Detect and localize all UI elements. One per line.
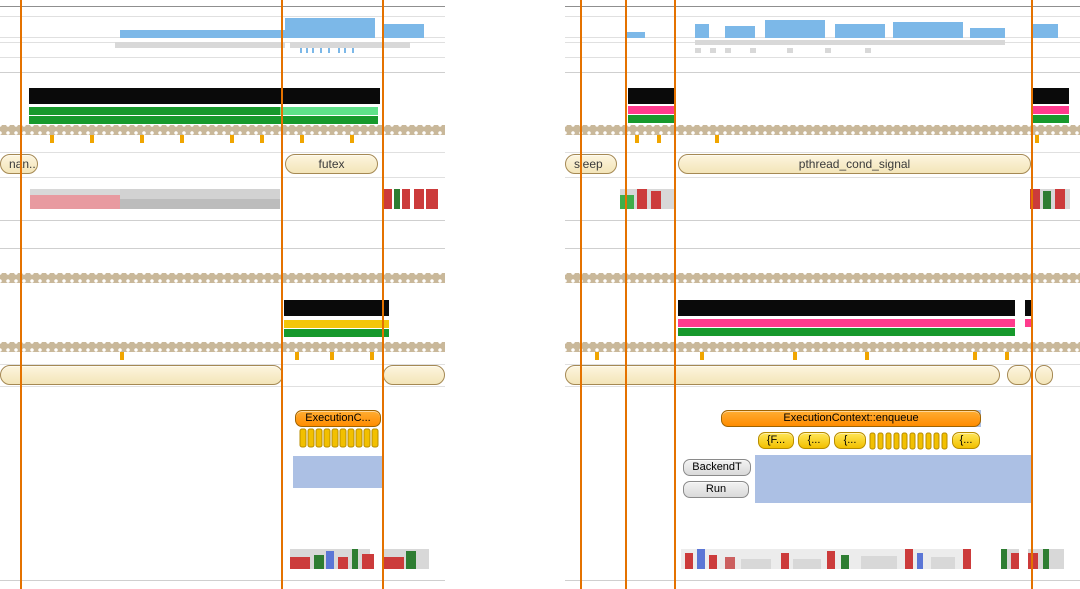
syscall-pthread-cond-signal[interactable]: pthread_cond_signal bbox=[678, 154, 1031, 174]
fn-execution-context[interactable]: ExecutionC... bbox=[295, 410, 381, 427]
profiler-pane-right: sleep pthread_cond_signal ExecutionConte… bbox=[565, 0, 1080, 589]
activity-bar-green2 bbox=[29, 116, 378, 124]
dotted-row bbox=[565, 342, 1080, 352]
utilization-bars-bottom bbox=[565, 545, 1080, 575]
fn-run[interactable]: Run bbox=[683, 481, 749, 498]
activity-bar-green bbox=[1031, 115, 1069, 123]
syscall-nanosleep[interactable]: nan... bbox=[0, 154, 38, 174]
fn-frame[interactable]: {F... bbox=[758, 432, 794, 449]
activity-bar-black-low bbox=[678, 300, 1015, 316]
utilization-bars-upper bbox=[565, 185, 1080, 215]
activity-bar-pink bbox=[628, 106, 674, 114]
dotted-row bbox=[565, 125, 1080, 135]
activity-bar-black bbox=[29, 88, 380, 104]
fn-children bbox=[0, 427, 445, 451]
time-marker[interactable] bbox=[674, 0, 676, 589]
syscall-blank[interactable] bbox=[0, 365, 283, 385]
fn-frame[interactable]: {... bbox=[952, 432, 980, 449]
utilization-bars-upper bbox=[0, 185, 445, 215]
activity-bar-green bbox=[29, 107, 280, 115]
activity-bar-green-low bbox=[284, 329, 389, 337]
activity-bar-gold bbox=[284, 320, 389, 328]
activity-bar-black-low bbox=[284, 300, 389, 316]
syscall-blank[interactable] bbox=[383, 365, 445, 385]
dotted-row bbox=[565, 273, 1080, 283]
activity-bar-black bbox=[1031, 88, 1069, 104]
syscall-sleep[interactable]: sleep bbox=[565, 154, 617, 174]
fn-execution-context-enqueue[interactable]: ExecutionContext::enqueue bbox=[721, 410, 981, 427]
profiler-pane-left: nan... futex ExecutionC... bbox=[0, 0, 445, 589]
time-marker[interactable] bbox=[382, 0, 384, 589]
fn-backend[interactable]: BackendT bbox=[683, 459, 751, 476]
fn-frame[interactable]: {... bbox=[834, 432, 866, 449]
selection-panel[interactable] bbox=[293, 456, 383, 488]
time-marker[interactable] bbox=[580, 0, 582, 589]
syscall-blank[interactable] bbox=[1035, 365, 1053, 385]
cpu-sparkline bbox=[565, 14, 1080, 56]
dotted-row bbox=[0, 342, 445, 352]
selection-panel[interactable] bbox=[755, 455, 1033, 503]
activity-bar-pink bbox=[1031, 106, 1069, 114]
fn-frame[interactable]: {... bbox=[798, 432, 830, 449]
dotted-row bbox=[0, 125, 445, 135]
dotted-row bbox=[0, 273, 445, 283]
cpu-sparkline bbox=[0, 14, 445, 54]
activity-bar-black bbox=[628, 88, 674, 104]
activity-bar-green-low bbox=[678, 328, 1015, 336]
activity-bar-green bbox=[628, 115, 674, 123]
activity-bar-pink-low bbox=[678, 319, 1015, 327]
syscall-blank[interactable] bbox=[1007, 365, 1031, 385]
syscall-futex[interactable]: futex bbox=[285, 154, 378, 174]
syscall-blank[interactable] bbox=[565, 365, 1000, 385]
activity-bar-mint bbox=[280, 107, 378, 115]
time-marker[interactable] bbox=[20, 0, 22, 589]
time-marker[interactable] bbox=[625, 0, 627, 589]
utilization-bars-bottom bbox=[0, 545, 445, 575]
